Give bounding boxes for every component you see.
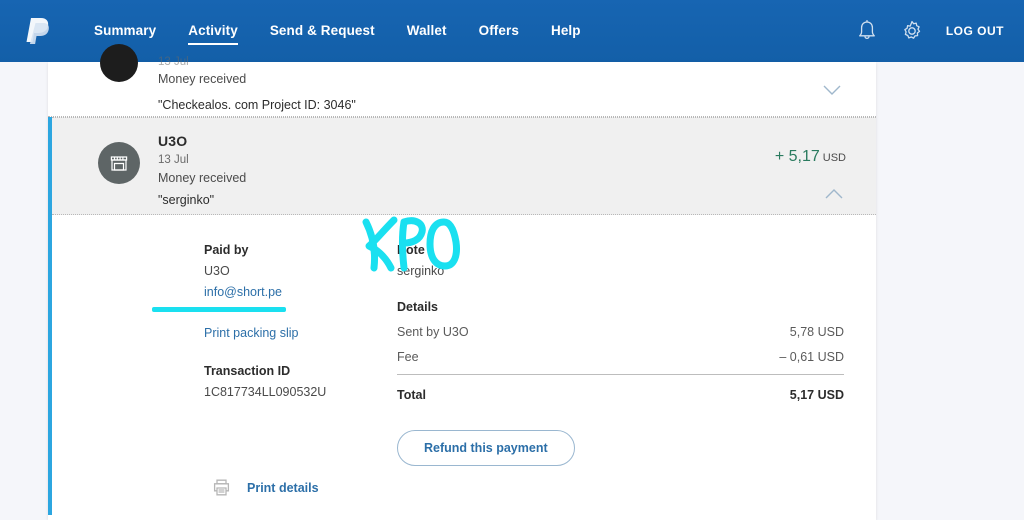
print-details-link[interactable]: Print details bbox=[212, 478, 319, 497]
divider bbox=[397, 374, 844, 375]
nav-label: Activity bbox=[188, 23, 238, 38]
nav-label: Wallet bbox=[406, 23, 447, 38]
detail-label: Sent by U3O bbox=[397, 325, 469, 339]
refund-this-payment-button[interactable]: Refund this payment bbox=[397, 430, 575, 466]
amount-value: + 5,17 bbox=[774, 148, 820, 165]
avatar bbox=[100, 44, 138, 82]
transaction-date: 13 Jul bbox=[158, 154, 189, 166]
details-left-column: Paid by U3O info@short.pe Print packing … bbox=[52, 243, 397, 466]
header-actions: LOG OUT bbox=[856, 19, 1004, 43]
note-value: serginko bbox=[397, 264, 445, 278]
detail-row: Fee – 0,61 USD bbox=[397, 350, 844, 364]
transaction-summary: U3O 13 Jul Money received "serginko" bbox=[158, 133, 246, 207]
paid-by-name: U3O bbox=[204, 264, 230, 278]
amount-currency: USD bbox=[822, 152, 846, 164]
note-label: Note bbox=[397, 243, 425, 257]
paid-by-email-link[interactable]: info@short.pe bbox=[204, 285, 282, 299]
gear-icon[interactable] bbox=[900, 19, 924, 43]
detail-label: Fee bbox=[397, 350, 419, 364]
total-row: Total 5,17 USD bbox=[397, 388, 844, 402]
transaction-row-header[interactable]: U3O 13 Jul Money received "serginko" + 5… bbox=[52, 117, 876, 215]
print-packing-slip-link[interactable]: Print packing slip bbox=[204, 326, 299, 340]
nav-label: Send & Request bbox=[269, 23, 375, 38]
printer-icon bbox=[213, 479, 230, 496]
print-details-label: Print details bbox=[247, 480, 319, 495]
transaction-details-panel: Paid by U3O info@short.pe Print packing … bbox=[52, 215, 876, 515]
transaction-note: "Checkealos. com Project ID: 3046" bbox=[158, 98, 356, 112]
transaction-type: Money received bbox=[158, 171, 247, 185]
transaction-id-label: Transaction ID bbox=[204, 364, 291, 378]
nav-label: Help bbox=[550, 23, 581, 38]
top-navigation-bar: Summary Activity Send & Request Wallet O… bbox=[0, 0, 1024, 62]
nav-item-offers[interactable]: Offers bbox=[463, 0, 535, 62]
logout-button[interactable]: LOG OUT bbox=[946, 24, 1004, 38]
transaction-expanded: U3O 13 Jul Money received "serginko" + 5… bbox=[48, 117, 876, 515]
paid-by-label: Paid by bbox=[204, 243, 249, 257]
detail-value: – 0,61 USD bbox=[779, 350, 844, 364]
nav-item-wallet[interactable]: Wallet bbox=[391, 0, 463, 62]
chevron-up-icon[interactable] bbox=[825, 189, 843, 200]
bell-icon[interactable] bbox=[856, 19, 878, 43]
page-root: Summary Activity Send & Request Wallet O… bbox=[0, 0, 1024, 520]
total-value: 5,17 USD bbox=[789, 388, 844, 402]
transaction-type: Money received bbox=[158, 72, 247, 86]
nav-item-activity[interactable]: Activity bbox=[172, 0, 254, 62]
nav-label: Offers bbox=[478, 23, 519, 38]
detail-value: 5,78 USD bbox=[789, 325, 844, 339]
nav-label: Summary bbox=[94, 23, 157, 38]
transaction-note: "serginko" bbox=[158, 193, 215, 207]
details-label: Details bbox=[397, 300, 438, 314]
transaction-merchant: U3O bbox=[158, 133, 188, 149]
nav-item-send-and-request[interactable]: Send & Request bbox=[254, 0, 391, 62]
transaction-amount: + 5,17 USD bbox=[775, 148, 846, 166]
storefront-icon bbox=[110, 156, 128, 171]
avatar bbox=[98, 142, 140, 184]
transaction-row-collapsed[interactable]: 13 Jul Money received "Checkealos. com P… bbox=[48, 44, 876, 117]
details-right-column: Note serginko Details Sent by U3O 5,78 U… bbox=[397, 243, 876, 466]
chevron-down-icon[interactable] bbox=[823, 85, 841, 96]
detail-row: Sent by U3O 5,78 USD bbox=[397, 325, 844, 339]
transaction-id-value: 1C817734LL090532U bbox=[204, 385, 327, 399]
transaction-summary: 13 Jul Money received "Checkealos. com P… bbox=[158, 56, 356, 112]
activity-card: 13 Jul Money received "Checkealos. com P… bbox=[48, 44, 876, 520]
paypal-logo-icon[interactable] bbox=[26, 16, 52, 46]
nav-item-help[interactable]: Help bbox=[535, 0, 597, 62]
transaction-date: 13 Jul bbox=[158, 56, 189, 67]
main-nav: Summary Activity Send & Request Wallet O… bbox=[78, 0, 597, 62]
total-label: Total bbox=[397, 388, 426, 402]
